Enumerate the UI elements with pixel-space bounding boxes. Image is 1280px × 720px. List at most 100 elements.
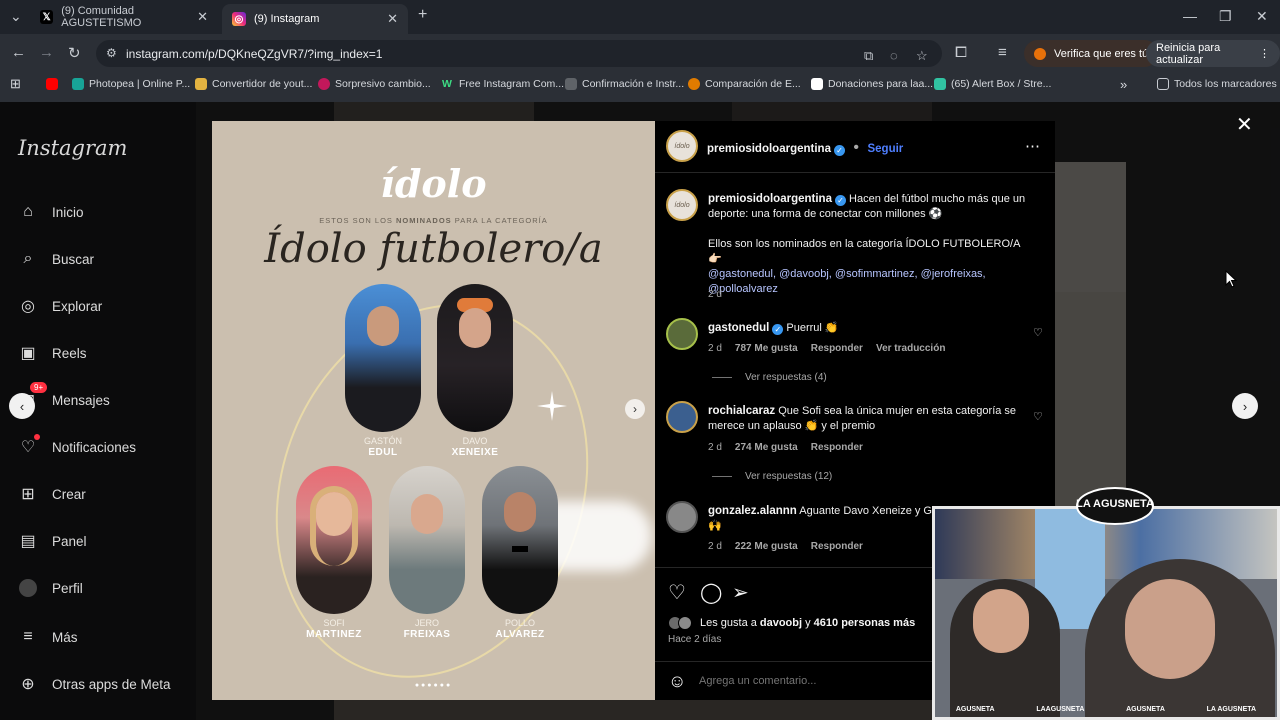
share-send-icon[interactable]: ➢ [732, 580, 749, 605]
tab-title: (9) Comunidad AGUSTETISMO [61, 5, 142, 29]
comment-username[interactable]: gonzalez.alannn [708, 505, 797, 517]
likes-user[interactable]: davoobj [760, 617, 802, 629]
bookmark-alertbox[interactable]: (65) Alert Box / Stre... [934, 78, 1051, 90]
comment-avatar[interactable] [666, 401, 698, 433]
close-window-icon[interactable]: ✕ [1256, 8, 1268, 25]
name-pollo: POLLO ALVAREZ [482, 618, 558, 640]
sidebar-item-panel[interactable]: ▤ Panel [18, 531, 86, 551]
instagram-logo[interactable]: Instagram [18, 136, 127, 160]
comment-like-heart-icon[interactable]: ♡ [1033, 410, 1043, 423]
logo-text: LA AGUSNETA [1076, 498, 1154, 510]
prev-post-icon[interactable]: ‹ [9, 393, 35, 419]
new-tab-icon[interactable]: + [418, 6, 427, 24]
comment-avatar[interactable] [666, 501, 698, 533]
comment-likes[interactable]: 222 Me gusta [735, 541, 798, 552]
post-image[interactable]: ídolo ESTOS SON LOS NOMINADOS PARA LA CA… [212, 121, 655, 700]
nominees-subtitle: ESTOS SON LOS NOMINADOS PARA LA CATEGORÍ… [212, 216, 655, 225]
bookmark-free-instagram[interactable]: W Free Instagram Com... [442, 78, 564, 90]
comment-bubble-icon[interactable]: ◯ [700, 580, 722, 605]
carousel-next-icon[interactable]: › [625, 399, 645, 419]
comment-likes[interactable]: 787 Me gusta [735, 343, 798, 354]
sidebar-item-otras-apps[interactable]: ⊕ Otras apps de Meta [18, 674, 170, 694]
like-heart-icon[interactable]: ♡ [668, 580, 686, 605]
person-left-face [973, 589, 1029, 653]
bookmark-photopea[interactable]: Photopea | Online P... [72, 78, 190, 90]
caption-mentions[interactable]: @gastonedul, @davoobj, @sofimmartinez, @… [708, 268, 986, 295]
photopea-icon [72, 78, 84, 90]
minimize-icon[interactable]: — [1183, 8, 1197, 24]
reply-button[interactable]: Responder [811, 442, 863, 453]
tab-comunidad[interactable]: 𝕏 (9) Comunidad AGUSTETISMO ✕ [30, 4, 218, 30]
sidebar-item-buscar[interactable]: ⌕ Buscar [18, 249, 95, 269]
bookmark-donaciones[interactable]: Donaciones para laa... [811, 78, 933, 90]
tab-instagram[interactable]: ◎ (9) Instagram ✕ [222, 4, 408, 34]
x-logo-icon: 𝕏 [40, 10, 54, 24]
author-username[interactable]: premiosidoloargentina [707, 143, 831, 155]
verify-identity-button[interactable]: Verifica que eres tú [1024, 40, 1159, 67]
sidebar-item-mas[interactable]: ≡ Más [18, 627, 78, 647]
subtitle-bold: NOMINADOS [396, 216, 452, 225]
sidebar-item-crear[interactable]: ⊞ Crear [18, 484, 85, 504]
reply-button[interactable]: Responder [811, 541, 863, 552]
comment-text: gastonedul ✓ Puerrul 👏 [708, 321, 1028, 336]
view-replies-button[interactable]: Ver respuestas (12) [712, 471, 832, 482]
sidebar-item-label: Reels [52, 345, 87, 361]
comment-like-heart-icon[interactable]: ♡ [1033, 326, 1043, 339]
extensions-icon[interactable]: ⧠ [955, 44, 967, 61]
author-avatar[interactable]: ídolo [666, 130, 698, 162]
all-bookmarks-folder[interactable]: Todos los marcadores [1157, 78, 1277, 90]
media-controls-icon[interactable]: ≡ [998, 44, 1007, 61]
bookmarks-bar: ⊞ Photopea | Online P... Convertidor de … [0, 72, 1280, 96]
close-modal-icon[interactable]: ✕ [1236, 112, 1253, 137]
install-app-icon[interactable]: ⧉ [864, 48, 873, 64]
caption-author-avatar[interactable]: ídolo [666, 189, 698, 221]
bookmark-comparacion[interactable]: Comparación de E... [688, 78, 801, 90]
kebab-menu-icon[interactable]: ⋮ [1259, 47, 1270, 60]
sidebar-item-explorar[interactable]: ◎ Explorar [18, 296, 102, 316]
bookmark-sorpresivo[interactable]: Sorpresivo cambio... [318, 78, 431, 90]
site-settings-icon[interactable]: ⚙ [106, 46, 117, 60]
more-bookmarks-icon[interactable]: » [1120, 77, 1127, 92]
sidebar-item-notificaciones[interactable]: ♡ Notificaciones [18, 434, 136, 457]
reply-button[interactable]: Responder [811, 343, 863, 354]
url-text[interactable]: instagram.com/p/DQKneQZgVR7/?img_index=1 [126, 47, 382, 61]
close-tab-icon[interactable]: ✕ [197, 9, 208, 25]
likes-summary[interactable]: Les gusta a davoobj y 4610 personas más [668, 616, 915, 630]
caption-username[interactable]: premiosidoloargentina [708, 193, 832, 205]
comment-username[interactable]: rochialcaraz [708, 405, 775, 417]
sidebar-item-inicio[interactable]: ⌂ Inicio [18, 202, 83, 222]
restart-update-button[interactable]: Reinicia para actualizar ⋮ [1146, 40, 1280, 67]
sidebar-item-perfil[interactable]: Perfil [18, 578, 83, 598]
bookmark-star-icon[interactable]: ☆ [916, 48, 928, 64]
reload-icon[interactable]: ↻ [68, 44, 81, 62]
address-bar[interactable]: ⚙ instagram.com/p/DQKneQZgVR7/?img_index… [96, 40, 942, 67]
comment-likes[interactable]: 274 Me gusta [735, 442, 798, 453]
translate-button[interactable]: Ver traducción [876, 343, 945, 354]
apps-grid-icon[interactable]: ⊞ [10, 76, 21, 92]
bookmark-label: Photopea | Online P... [89, 78, 191, 90]
restore-icon[interactable]: ❐ [1219, 8, 1232, 25]
comment-username[interactable]: gastonedul [708, 322, 769, 334]
likes-count[interactable]: 4610 personas más [814, 617, 916, 629]
comment-time: 2 d [708, 442, 722, 453]
sidebar-item-label: Mensajes [52, 392, 110, 408]
back-icon[interactable]: ← [11, 44, 26, 61]
follow-button[interactable]: Seguir [867, 143, 903, 155]
view-replies-button[interactable]: Ver respuestas (4) [712, 372, 827, 383]
close-tab-icon[interactable]: ✕ [387, 11, 398, 27]
emoji-icon[interactable]: ☺ [668, 671, 686, 692]
forward-icon[interactable]: → [39, 44, 54, 61]
bookmark-youtube[interactable] [46, 78, 63, 90]
more-options-icon[interactable]: ⋯ [1025, 137, 1040, 155]
notification-dot [34, 434, 40, 440]
sidebar-item-label: Más [52, 629, 78, 645]
first-name: GASTÓN [363, 436, 402, 446]
comment-avatar[interactable] [666, 318, 698, 350]
warning-icon [1034, 47, 1046, 60]
bookmark-confirmacion[interactable]: Confirmación e Instr... [565, 78, 684, 90]
tab-search-icon[interactable]: ⌄ [10, 8, 22, 25]
sidebar-item-reels[interactable]: ▣ Reels [18, 343, 87, 363]
eye-off-icon[interactable]: ◌ [890, 48, 898, 63]
bookmark-convertidor[interactable]: Convertidor de yout... [195, 78, 312, 90]
next-post-icon[interactable]: › [1232, 393, 1258, 419]
